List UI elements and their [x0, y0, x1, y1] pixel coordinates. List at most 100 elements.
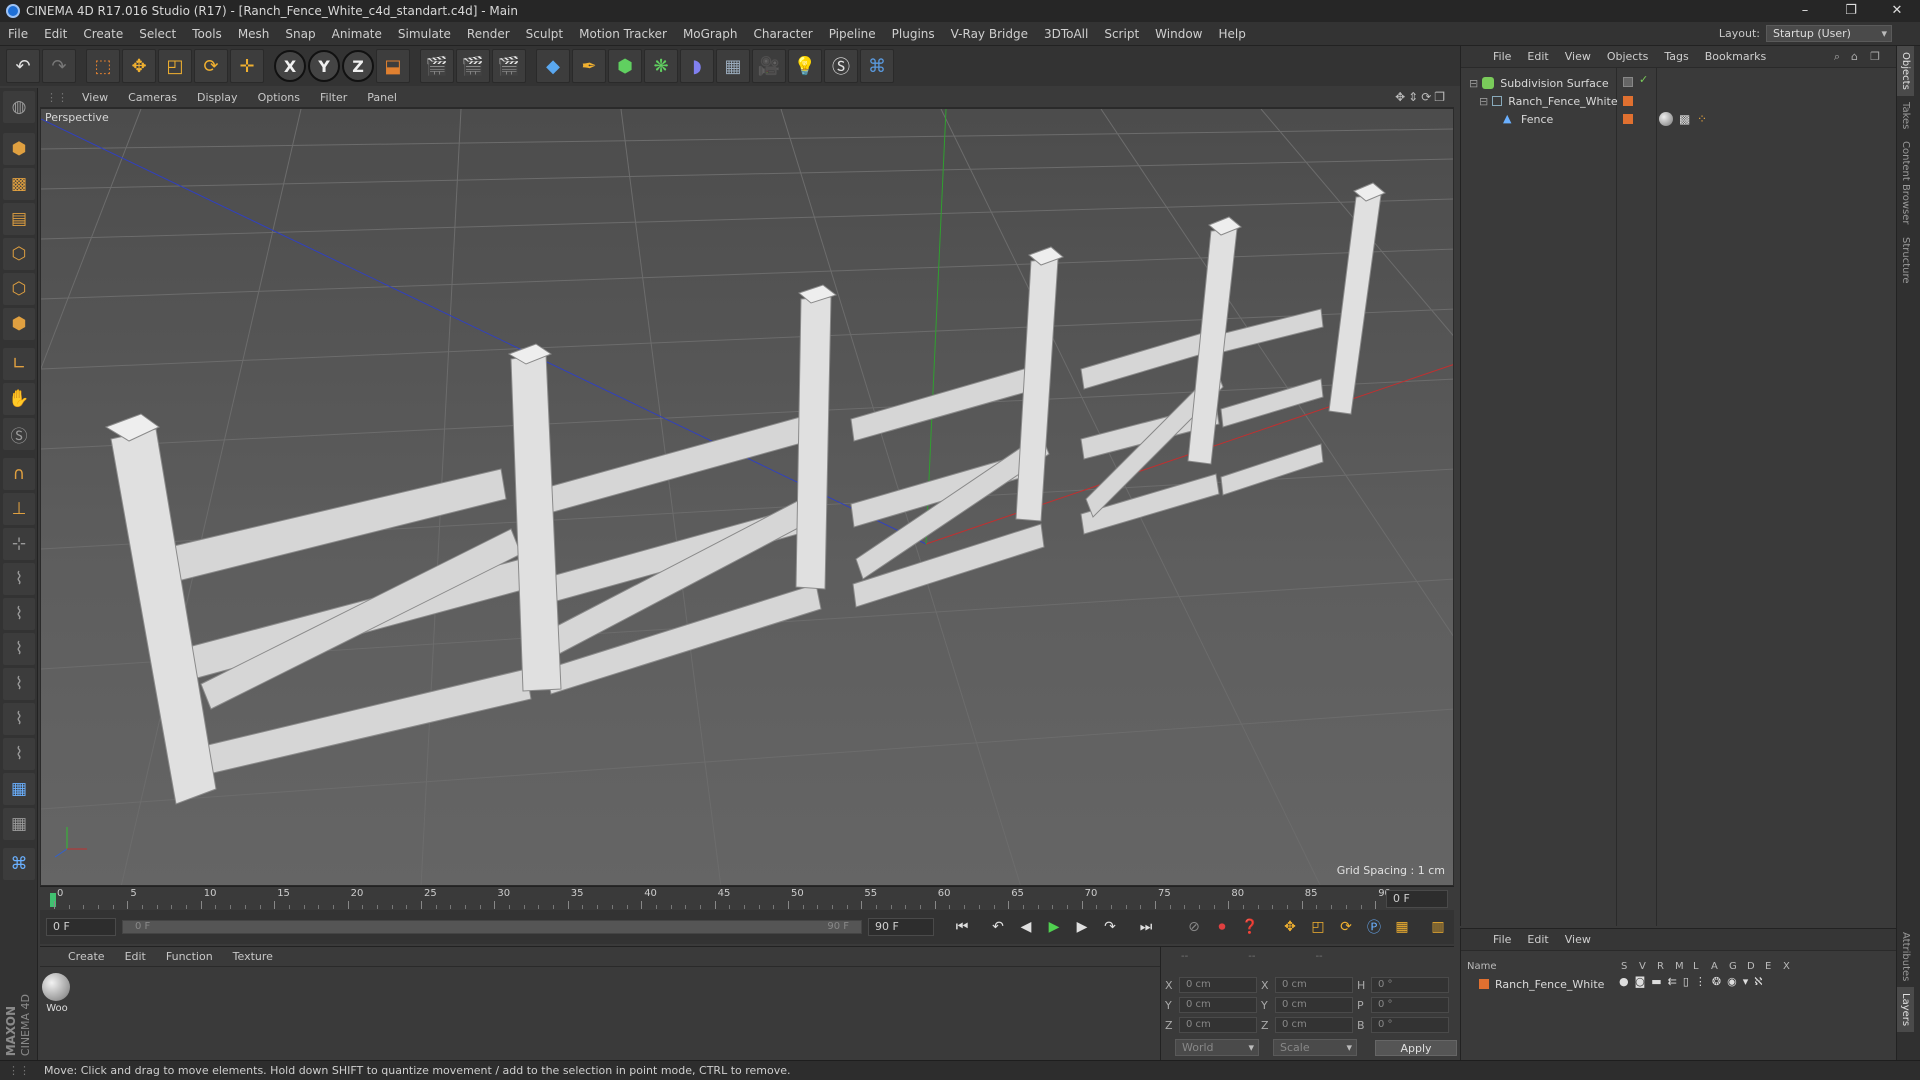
viewport-navigation-icons[interactable]: ✥⇕⟳❐ — [1395, 90, 1448, 104]
cube-object-button[interactable]: ◆ — [536, 49, 570, 83]
menu-motion-tracker[interactable]: Motion Tracker — [571, 27, 675, 41]
object-menu-file[interactable]: File — [1485, 50, 1519, 63]
size-z-field[interactable]: 0 cm — [1275, 1017, 1353, 1033]
object-name[interactable]: Subdivision Surface — [1500, 77, 1608, 90]
subdivision-visibility-icon[interactable] — [1623, 77, 1633, 87]
start-frame-field[interactable]: 0 F — [46, 918, 116, 936]
menu-window[interactable]: Window — [1147, 27, 1210, 41]
layer-menu-edit[interactable]: Edit — [1519, 933, 1556, 946]
tweak-mode-button[interactable]: ✋ — [3, 383, 35, 415]
timeline-button[interactable]: ▥ — [1426, 915, 1450, 939]
tab-structure[interactable]: Structure — [1897, 231, 1914, 290]
apply-button[interactable]: Apply — [1375, 1039, 1457, 1056]
layer-row[interactable]: Ranch_Fence_White — [1479, 975, 1604, 993]
menu-pipeline[interactable]: Pipeline — [821, 27, 884, 41]
minimize-button[interactable]: – — [1782, 0, 1828, 22]
locked-workplane-button[interactable]: ⊹ — [3, 528, 35, 560]
tab-content-browser[interactable]: Content Browser — [1897, 135, 1914, 230]
solo-button[interactable]: Ⓢ — [3, 418, 35, 450]
light-button[interactable]: 💡 — [788, 49, 822, 83]
menu-script[interactable]: Script — [1096, 27, 1147, 41]
x-axis-lock-button[interactable]: X — [274, 50, 306, 82]
menu-create[interactable]: Create — [75, 27, 131, 41]
menu-render[interactable]: Render — [459, 27, 518, 41]
symmetry-button[interactable]: ⌇ — [3, 633, 35, 665]
layer-color-swatch[interactable] — [1623, 96, 1633, 106]
tab-layers[interactable]: Layers — [1897, 987, 1914, 1033]
deformer-button[interactable]: ◗ — [680, 49, 714, 83]
soft-selection-button[interactable]: ⌇ — [3, 668, 35, 700]
viewport-menu-display[interactable]: Display — [187, 91, 248, 104]
cloner-button[interactable]: ❋ — [644, 49, 678, 83]
object-row-fence[interactable]: ▲ Fence — [1503, 110, 1553, 128]
render-view-button[interactable]: 🎬 — [420, 49, 454, 83]
keyframe-selection-button[interactable]: ❓ — [1238, 915, 1262, 939]
layer-menu-view[interactable]: View — [1557, 933, 1599, 946]
material-menu-function[interactable]: Function — [156, 950, 223, 963]
record-keys-button[interactable]: ⊘ — [1182, 915, 1206, 939]
object-new-window-icon[interactable]: ❐ — [1862, 50, 1888, 63]
python-script-button[interactable]: ⌘ — [3, 848, 35, 880]
polygons-mode-button[interactable]: ⬢ — [3, 308, 35, 340]
z-axis-lock-button[interactable]: Z — [342, 50, 374, 82]
collapse-toggle-icon[interactable]: ⊟ — [1479, 95, 1488, 108]
selection-tag-icon[interactable]: ⁘ — [1697, 112, 1707, 126]
viewport-menu-filter[interactable]: Filter — [310, 91, 357, 104]
key-param-button[interactable]: Ⓟ — [1362, 915, 1386, 939]
menu-vray-bridge[interactable]: V-Ray Bridge — [943, 27, 1036, 41]
material-menu-create[interactable]: Create — [58, 950, 115, 963]
quantize-button[interactable]: ⊥ — [3, 493, 35, 525]
snap-button[interactable]: ∩ — [3, 458, 35, 490]
workplane-button[interactable]: ▤ — [3, 203, 35, 235]
redo-button[interactable]: ↷ — [42, 49, 76, 83]
menu-file[interactable]: File — [0, 27, 36, 41]
rotate-workplane-button[interactable]: ⌇ — [3, 598, 35, 630]
position-y-field[interactable]: 0 cm — [1179, 997, 1257, 1013]
brush-button[interactable]: ⌇ — [3, 738, 35, 770]
menu-simulate[interactable]: Simulate — [390, 27, 459, 41]
object-row-subdivision-surface[interactable]: ⊟ Subdivision Surface — [1469, 74, 1609, 92]
planar-workplane-button[interactable]: ⌇ — [3, 563, 35, 595]
points-mode-button[interactable]: ⬡ — [3, 238, 35, 270]
layer-color-swatch[interactable] — [1623, 114, 1633, 124]
menu-mesh[interactable]: Mesh — [230, 27, 278, 41]
live-selection-button[interactable]: ⬚ — [86, 49, 120, 83]
object-name[interactable]: Ranch_Fence_White — [1508, 95, 1617, 108]
rotation-b-field[interactable]: 0 ° — [1371, 1017, 1449, 1033]
menu-snap[interactable]: Snap — [277, 27, 323, 41]
material-menu-edit[interactable]: Edit — [115, 950, 156, 963]
next-frame-button[interactable]: ▶ — [1070, 915, 1094, 939]
object-row-ranch-fence-white[interactable]: ⊟ Ranch_Fence_White — [1479, 92, 1618, 110]
model-mode-button[interactable]: ⬢ — [3, 133, 35, 165]
grid-floor-button[interactable]: ▦ — [3, 773, 35, 805]
move-tool-button[interactable]: ✥ — [122, 49, 156, 83]
menu-sculpt[interactable]: Sculpt — [518, 27, 571, 41]
autokey-button[interactable]: ⏺ — [1210, 915, 1234, 939]
menu-3dtoall[interactable]: 3DToAll — [1036, 27, 1096, 41]
viewport-menu-options[interactable]: Options — [248, 91, 310, 104]
object-menu-objects[interactable]: Objects — [1599, 50, 1657, 63]
menu-mograph[interactable]: MoGraph — [675, 27, 746, 41]
end-frame-field[interactable]: 90 F — [868, 918, 934, 936]
menu-plugins[interactable]: Plugins — [884, 27, 943, 41]
menu-edit[interactable]: Edit — [36, 27, 75, 41]
size-x-field[interactable]: 0 cm — [1275, 977, 1353, 993]
layer-name[interactable]: Ranch_Fence_White — [1495, 978, 1604, 991]
perspective-viewport[interactable]: Perspective Grid Spacing : 1 cm — [40, 108, 1454, 886]
viewport-menu-cameras[interactable]: Cameras — [118, 91, 187, 104]
material-swatch[interactable]: Woo — [42, 973, 72, 1014]
layout-dropdown[interactable]: Startup (User) — [1766, 25, 1892, 42]
edges-mode-button[interactable]: ⬡ — [3, 273, 35, 305]
rotation-p-field[interactable]: 0 ° — [1371, 997, 1449, 1013]
render-picture-viewer-button[interactable]: 🎬 — [456, 49, 490, 83]
key-scale-button[interactable]: ◰ — [1306, 915, 1330, 939]
layer-menu-file[interactable]: File — [1485, 933, 1519, 946]
material-menu-texture[interactable]: Texture — [223, 950, 283, 963]
close-button[interactable]: ✕ — [1874, 0, 1920, 22]
rotate-tool-button[interactable]: ⟳ — [194, 49, 228, 83]
grid-magnet-button[interactable]: ▦ — [3, 808, 35, 840]
position-x-field[interactable]: 0 cm — [1179, 977, 1257, 993]
layer-toggle-icons[interactable]: ●◙▬⇇▯⋮❂◉▾ℵ — [1619, 975, 1768, 988]
axis-mode-button[interactable]: ∟ — [3, 348, 35, 380]
coordinate-space-dropdown[interactable]: World — [1175, 1039, 1259, 1056]
